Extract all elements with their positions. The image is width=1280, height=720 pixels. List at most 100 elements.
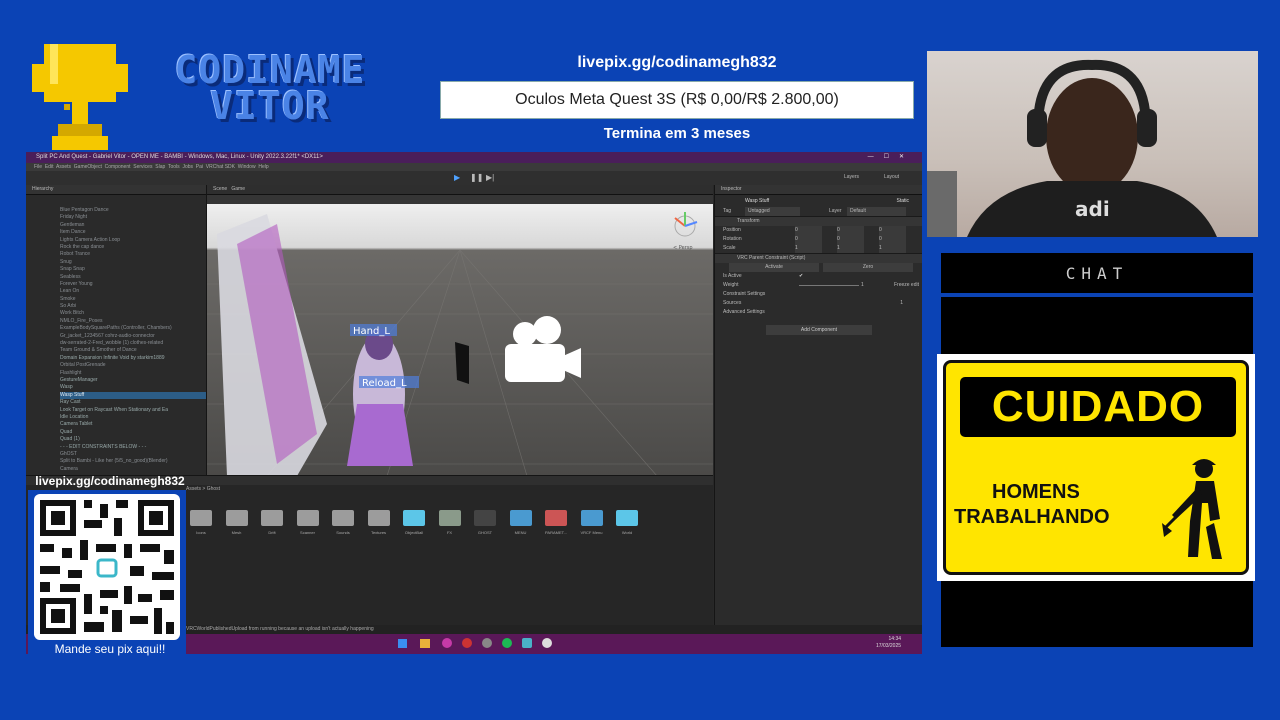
hierarchy-item[interactable]: Snug (60, 259, 206, 266)
menu-vrchat-sdk[interactable]: VRChat SDK (206, 164, 235, 170)
hierarchy-item[interactable]: Camera Tablet (60, 421, 206, 428)
menu-pai[interactable]: Pai (196, 164, 203, 170)
hierarchy-tab[interactable]: Hierarchy (26, 185, 206, 195)
transform-z-field[interactable]: 0 (879, 235, 906, 244)
file-explorer-icon[interactable] (420, 639, 430, 648)
app-icon-4[interactable] (522, 638, 532, 648)
hierarchy-item[interactable]: Camera (60, 466, 206, 473)
sources-row[interactable]: Sources 1 (715, 299, 922, 308)
hierarchy-item[interactable]: ExampleBodySquarePaths (Controller, Cham… (60, 325, 206, 332)
hierarchy-item[interactable]: Smoke (60, 296, 206, 303)
hierarchy-item[interactable]: dw-serrated-2-Fred_wobble (1) clothes-re… (60, 340, 206, 347)
tag-dropdown[interactable]: Untagged (745, 207, 800, 216)
hierarchy-item[interactable]: NMLO_Fire_Poses (60, 318, 206, 325)
spotify-icon[interactable] (502, 638, 512, 648)
hierarchy-item[interactable]: Split to Bambi - Like her (5/5_no_good)(… (60, 458, 206, 465)
hierarchy-item[interactable]: Friday Night (60, 214, 206, 221)
hierarchy-item[interactable]: Flashlight (60, 370, 206, 377)
hierarchy-item[interactable]: Ray Cast (60, 399, 206, 406)
project-asset[interactable]: GHOST (472, 510, 498, 542)
tab-scene[interactable]: Scene (213, 186, 227, 192)
hierarchy-item[interactable]: Gr_jacket_1234567 cohrz-audio-connector (60, 333, 206, 340)
app-icon-2[interactable] (462, 638, 472, 648)
inspector-tab[interactable]: Inspector (715, 185, 922, 195)
transform-x-field[interactable]: 0 (795, 226, 822, 235)
zero-button[interactable]: Zero (823, 263, 913, 272)
play-button[interactable]: ▶ (454, 173, 460, 182)
project-asset[interactable]: VRCF Menu (579, 510, 605, 542)
weight-value[interactable]: 1 (861, 281, 864, 290)
project-asset[interactable]: ObjectBall (401, 510, 427, 542)
transform-x-field[interactable]: 0 (795, 235, 822, 244)
hierarchy-item[interactable]: GhOST (60, 451, 206, 458)
hierarchy-item[interactable]: Wasp Stuff (60, 391, 206, 400)
hierarchy-item[interactable]: Quad (1) (60, 436, 206, 443)
unity-icon[interactable] (542, 638, 552, 648)
menu-help[interactable]: Help (258, 164, 268, 170)
step-button[interactable]: ▶| (486, 173, 494, 182)
project-asset[interactable]: PARAMET... (543, 510, 569, 542)
hierarchy-item[interactable]: Gentleman (60, 222, 206, 229)
constraint-settings-foldout[interactable]: Constraint Settings (715, 290, 922, 299)
hierarchy-item[interactable]: Forever Young (60, 281, 206, 288)
layout-dropdown[interactable]: Layout (884, 174, 899, 180)
component-header[interactable]: VRC Parent Constraint (Script) (715, 253, 922, 263)
transform-y-field[interactable]: 0 (837, 226, 864, 235)
transform-z-field[interactable]: 0 (879, 226, 906, 235)
transform-y-field[interactable]: 1 (837, 244, 864, 253)
hierarchy-item[interactable]: Lean On (60, 288, 206, 295)
hierarchy-item[interactable]: Orbital PostGrenade (60, 362, 206, 369)
object-name-field[interactable]: Wasp Stuff Static (715, 195, 922, 207)
transform-y-field[interactable]: 0 (837, 235, 864, 244)
menu-jobs[interactable]: Jobs (182, 164, 193, 170)
transform-header[interactable]: Transform (715, 216, 922, 226)
project-asset[interactable]: Drift (259, 510, 285, 542)
transform-z-field[interactable]: 1 (879, 244, 906, 253)
pause-button[interactable]: ❚❚ (470, 173, 483, 182)
hierarchy-item[interactable]: So Arbi (60, 303, 206, 310)
hierarchy-item[interactable]: Rock the cap dance (60, 244, 206, 251)
project-asset[interactable]: Sounds (330, 510, 356, 542)
project-asset[interactable]: FX (437, 510, 463, 542)
menu-services[interactable]: Services (133, 164, 152, 170)
menu-tools[interactable]: Tools (168, 164, 180, 170)
project-asset[interactable]: MENU (508, 510, 534, 542)
layers-dropdown[interactable]: Layers (844, 174, 859, 180)
hierarchy-item[interactable]: GestureManager (60, 377, 206, 384)
menu-assets[interactable]: Assets (56, 164, 71, 170)
menu-window[interactable]: Window (238, 164, 256, 170)
menu-gameobject[interactable]: GameObject (74, 164, 102, 170)
hierarchy-item[interactable]: Lights Camera Action Loop (60, 237, 206, 244)
hierarchy-item[interactable]: Snap Snap (60, 266, 206, 273)
hierarchy-item[interactable]: Look Target on Raycast When Stationary a… (60, 407, 206, 414)
window-controls[interactable]: —☐✕ (868, 152, 914, 163)
hierarchy-item[interactable]: Idle Location (60, 414, 206, 421)
is-active-checkbox[interactable]: ✔ (799, 272, 803, 281)
menu-component[interactable]: Component (105, 164, 131, 170)
project-asset[interactable]: World (614, 510, 640, 542)
app-icon-3[interactable] (482, 638, 492, 648)
project-asset[interactable]: Mesh (224, 510, 250, 542)
menu-slap[interactable]: Slap (155, 164, 165, 170)
hierarchy-item[interactable]: Blue Pentagon Dance (60, 207, 206, 214)
hierarchy-item[interactable]: Work Bitch (60, 310, 206, 317)
transform-x-field[interactable]: 1 (795, 244, 822, 253)
static-toggle[interactable]: Static (896, 195, 909, 207)
hierarchy-item[interactable]: Item Dance (60, 229, 206, 236)
project-asset[interactable]: Icons (188, 510, 214, 542)
hierarchy-item[interactable]: Team Ground & Smother of Dance (60, 347, 206, 354)
hierarchy-item[interactable]: Robot Trance (60, 251, 206, 258)
add-component-button[interactable]: Add Component (766, 325, 872, 335)
scene-view[interactable]: Scene Game Hand_L Reload_L < Persp (207, 185, 713, 477)
hierarchy-item[interactable]: Domain Expansion Infinite Void by starki… (60, 355, 206, 362)
hierarchy-item[interactable]: Wasp (60, 384, 206, 391)
hierarchy-item[interactable]: - - - EDIT CONSTRAINTS BELOW - - - (60, 444, 206, 451)
activate-button[interactable]: Activate (729, 263, 819, 272)
taskbar-clock[interactable]: 14:34 17/03/2025 (876, 636, 901, 650)
project-asset[interactable]: Scanner (295, 510, 321, 542)
app-icon-1[interactable] (442, 638, 452, 648)
menu-file[interactable]: File (34, 164, 42, 170)
tab-game[interactable]: Game (231, 186, 245, 192)
advanced-settings-foldout[interactable]: Advanced Settings (715, 308, 922, 317)
project-asset[interactable]: Textures (366, 510, 392, 542)
